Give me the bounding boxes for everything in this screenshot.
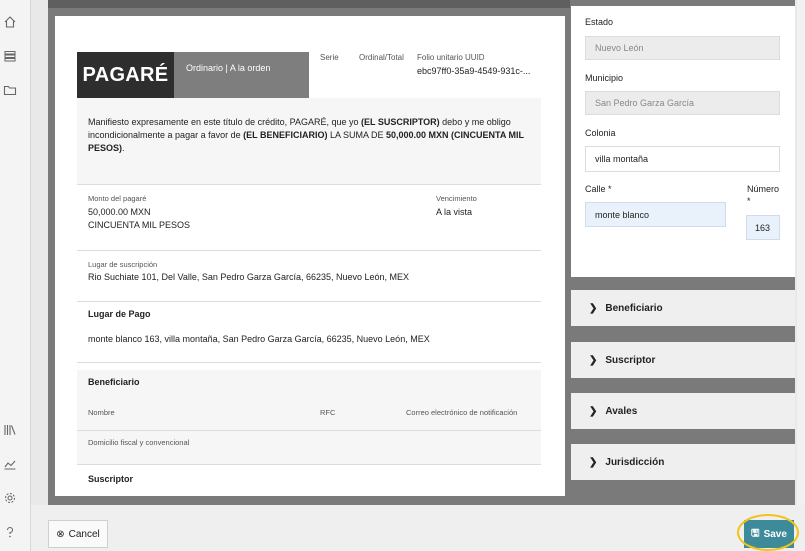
intro-paragraph: Manifiesto expresamente en este título d…	[77, 98, 541, 185]
divider	[77, 301, 541, 302]
folder-icon[interactable]	[3, 83, 17, 97]
suscriptor-heading: Suscriptor	[88, 474, 134, 484]
folio-value: ebc97ff0-35a9-4549-931c-...	[417, 66, 531, 76]
chevron-right-icon: ❯	[589, 354, 598, 366]
numero-label: Número	[747, 184, 780, 194]
chart-icon[interactable]	[3, 457, 17, 471]
accordion-beneficiario[interactable]: ❯ Beneficiario	[571, 290, 795, 326]
lugar-suscripcion-label: Lugar de suscripción	[88, 260, 158, 269]
accordion-suscriptor[interactable]: ❯ Suscriptor	[571, 342, 795, 378]
municipio-label: Municipio	[585, 73, 624, 83]
intro-bold-2: (EL BENEFICIARIO)	[243, 130, 328, 140]
monto-label: Monto del pagaré	[88, 194, 147, 203]
footer-bar	[31, 505, 805, 551]
accordion-label: Suscriptor	[605, 354, 656, 366]
nombre-label: Nombre	[88, 408, 115, 417]
estado-field[interactable]: Nuevo León	[585, 36, 780, 60]
calle-label: Calle *	[585, 184, 612, 194]
municipio-field[interactable]: San Pedro Garza García	[585, 91, 780, 115]
rfc-label: RFC	[320, 408, 336, 417]
serie-label: Serie	[320, 53, 339, 62]
cancel-button[interactable]: ⊗ Cancel	[48, 520, 108, 548]
chevron-right-icon: ❯	[589, 405, 598, 417]
accordion-label: Avales	[605, 405, 638, 417]
chevron-right-icon: ❯	[589, 302, 598, 314]
accordion-label: Jurisdicción	[605, 456, 665, 468]
beneficiario-heading: Beneficiario	[88, 377, 140, 387]
lugar-pago-value: monte blanco 163, villa montaña, San Ped…	[88, 334, 430, 344]
domicilio-label: Domicilio fiscal y convencional	[88, 438, 190, 447]
books-icon[interactable]	[3, 423, 17, 437]
pagare-document: PAGARÉ Ordinario | A la orden Serie Ordi…	[55, 16, 565, 496]
highlight-ring	[737, 514, 799, 551]
intro-text-1: Manifiesto expresamente en este título d…	[88, 117, 361, 127]
ordinal-label: Ordinal/Total	[359, 53, 404, 62]
cancel-label: Cancel	[68, 528, 100, 540]
intro-text-3: LA SUMA DE	[327, 130, 386, 140]
left-rail	[0, 0, 31, 551]
doc-subtitle: Ordinario | A la orden	[174, 52, 309, 98]
home-icon[interactable]	[3, 15, 17, 29]
gear-icon[interactable]	[3, 491, 17, 505]
scrollbar[interactable]	[797, 0, 805, 505]
numero-required-mark: *	[747, 196, 751, 206]
chevron-right-icon: ❯	[589, 456, 598, 468]
divider	[77, 430, 541, 431]
accordion-avales[interactable]: ❯ Avales	[571, 393, 795, 429]
correo-label: Correo electrónico de notificación	[406, 408, 518, 417]
numero-field[interactable]: 163	[746, 215, 780, 240]
preview-topband	[48, 0, 570, 8]
list-icon[interactable]	[3, 49, 17, 63]
help-icon[interactable]	[3, 525, 17, 539]
close-circle-icon: ⊗	[56, 528, 65, 540]
divider	[77, 250, 541, 251]
divider	[77, 464, 541, 465]
calle-field[interactable]: monte blanco	[585, 202, 726, 227]
colonia-field[interactable]: villa montaña	[585, 146, 780, 172]
accordion-label: Beneficiario	[605, 302, 663, 314]
vencimiento-label: Vencimiento	[436, 194, 477, 203]
estado-label: Estado	[585, 17, 614, 27]
intro-text-4: .	[122, 143, 125, 153]
intro-bold-1: (EL SUSCRIPTOR)	[360, 117, 440, 127]
lugar-pago-label: Lugar de Pago	[88, 309, 151, 319]
doc-title: PAGARÉ	[77, 52, 174, 98]
monto-value: 50,000.00 MXN	[88, 207, 151, 217]
divider	[77, 362, 541, 363]
lugar-suscripcion-value: Rio Suchiate 101, Del Valle, San Pedro G…	[88, 272, 410, 282]
folio-label: Folio unitario UUID	[417, 53, 485, 62]
monto-words: CINCUENTA MIL PESOS	[88, 220, 191, 230]
beneficiario-block	[77, 370, 541, 464]
colonia-label: Colonia	[585, 128, 616, 138]
vencimiento-value: A la vista	[436, 207, 473, 217]
accordion-jurisdiccion[interactable]: ❯ Jurisdicción	[571, 444, 795, 480]
